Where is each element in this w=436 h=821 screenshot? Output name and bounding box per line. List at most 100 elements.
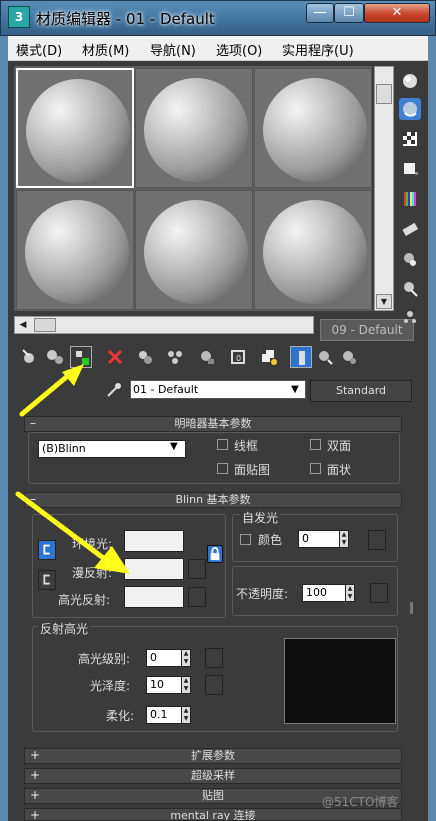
opacity-map-button[interactable] — [370, 583, 388, 603]
spinner-arrows-icon[interactable]: ▲ ▼ — [339, 530, 349, 548]
rollout-title: 贴图 — [202, 789, 224, 802]
sample-slot-5[interactable] — [135, 190, 253, 310]
spinner-arrows-icon[interactable]: ▲ ▼ — [345, 584, 355, 602]
make-preview-icon[interactable] — [399, 218, 421, 240]
specular-color-swatch[interactable] — [124, 586, 184, 608]
material-id-channel-icon[interactable]: 0 — [228, 346, 250, 368]
rollout-expand-sign: + — [30, 768, 41, 782]
menu-material[interactable]: 材质(M) — [82, 40, 129, 59]
material-type-button[interactable]: Standard — [310, 380, 412, 402]
glossiness-label: 光泽度: — [90, 679, 131, 693]
material-name-field[interactable]: 01 - Default — [130, 380, 306, 399]
go-forward-to-sibling-icon[interactable] — [338, 346, 360, 368]
specular-level-input[interactable]: 0 — [146, 649, 182, 667]
self-illum-color-checkbox[interactable] — [240, 534, 251, 545]
self-illum-map-button[interactable] — [368, 530, 386, 550]
show-end-result-icon[interactable] — [290, 346, 312, 368]
face-map-checkbox[interactable] — [217, 463, 228, 474]
two-sided-checkbox[interactable] — [310, 439, 321, 450]
wire-checkbox[interactable] — [217, 439, 228, 450]
rollout-collapse-sign: – — [30, 492, 36, 506]
put-material-to-scene-icon[interactable] — [44, 346, 66, 368]
diffuse-color-swatch[interactable] — [124, 558, 184, 580]
wire-label: 线框 — [234, 439, 259, 453]
self-illum-color-label: 颜色 — [258, 533, 283, 547]
sample-slot-4[interactable] — [16, 190, 134, 310]
rollout-title: 明暗器基本参数 — [174, 417, 252, 430]
video-color-check-icon[interactable] — [399, 188, 421, 210]
sample-sphere — [144, 78, 248, 182]
menu-options[interactable]: 选项(O) — [216, 40, 262, 59]
diffuse-map-button[interactable] — [188, 559, 206, 579]
sample-slot-2[interactable] — [135, 68, 253, 188]
assign-material-to-selection-icon[interactable] — [70, 346, 92, 368]
lock-diffuse-specular-icon[interactable] — [38, 570, 56, 590]
select-by-material-icon[interactable] — [399, 278, 421, 300]
minimize-button[interactable]: — — [306, 3, 334, 23]
maximize-button[interactable]: ☐ — [334, 3, 364, 23]
sample-slot-6[interactable] — [254, 190, 372, 310]
get-material-icon[interactable] — [20, 346, 42, 368]
scroll-down-arrow-icon[interactable]: ▼ — [376, 294, 392, 309]
sample-slot-1[interactable] — [16, 68, 134, 188]
spinner-arrows-icon[interactable]: ▲ ▼ — [181, 649, 191, 667]
menu-utilities[interactable]: 实用程序(U) — [282, 40, 354, 59]
ambient-color-swatch[interactable] — [124, 530, 184, 552]
lock-ambient-diffuse-icon[interactable] — [38, 540, 56, 560]
slot-horizontal-scroll-thumb[interactable] — [34, 318, 56, 332]
reset-material-icon[interactable] — [104, 346, 126, 368]
shader-rollout-header[interactable]: – 明暗器基本参数 — [24, 416, 402, 432]
specular-level-map-button[interactable] — [205, 648, 223, 668]
pick-material-eyedropper-icon[interactable] — [104, 380, 124, 400]
lock-icon[interactable] — [207, 545, 223, 563]
sample-sphere — [144, 200, 248, 304]
blinn-rollout-header[interactable]: – Blinn 基本参数 — [24, 492, 402, 508]
close-button[interactable]: ✕ — [364, 3, 430, 23]
faceted-checkbox[interactable] — [310, 463, 321, 474]
ambient-label: 环境光: — [72, 537, 113, 551]
material-map-navigator-icon[interactable] — [399, 306, 421, 328]
rollout-expand-sign: + — [30, 788, 41, 802]
chevron-down-icon[interactable]: ▼ — [170, 441, 178, 452]
soften-input[interactable]: 0.1 — [146, 706, 182, 724]
backlight-icon[interactable] — [399, 98, 421, 120]
slot-vertical-scroll-thumb[interactable] — [376, 84, 392, 104]
chevron-down-icon[interactable]: ▼ — [286, 381, 304, 398]
menu-mode[interactable]: 模式(D) — [16, 40, 62, 59]
soften-label: 柔化: — [106, 709, 135, 723]
specular-label: 高光反射: — [58, 593, 111, 607]
app-logo-icon[interactable]: 3 — [8, 6, 30, 28]
specular-map-button[interactable] — [188, 587, 206, 607]
shader-type-dropdown[interactable]: (B)Blinn — [38, 440, 186, 458]
spinner-arrows-icon[interactable]: ▲ ▼ — [181, 676, 191, 694]
sample-type-icon[interactable] — [399, 70, 421, 92]
self-illum-value-input[interactable]: 0 — [298, 530, 340, 548]
opacity-label: 不透明度: — [236, 587, 289, 601]
make-unique-icon[interactable] — [164, 346, 186, 368]
scroll-left-arrow-icon[interactable]: ◀ — [15, 317, 31, 333]
spinner-arrows-icon[interactable]: ▲ ▼ — [181, 706, 191, 724]
menu-navigation[interactable]: 导航(N) — [150, 40, 196, 59]
sample-slot-3[interactable] — [254, 68, 372, 188]
slot-horizontal-scrollbar[interactable] — [14, 316, 314, 334]
glossiness-input[interactable]: 10 — [146, 676, 182, 694]
make-material-copy-icon[interactable] — [134, 346, 156, 368]
rollout-title: 扩展参数 — [191, 749, 235, 762]
glossiness-map-button[interactable] — [205, 675, 223, 695]
sample-uv-tiling-icon[interactable] — [399, 158, 421, 180]
rollout-title: mental ray 连接 — [170, 809, 256, 821]
sample-sphere — [25, 200, 129, 304]
opacity-input[interactable]: 100 — [302, 584, 346, 602]
panel-scrollbar[interactable] — [402, 412, 414, 812]
supersampling-rollout[interactable]: + 超级采样 — [24, 768, 402, 784]
options-icon[interactable] — [399, 248, 421, 270]
go-to-parent-icon[interactable] — [314, 346, 336, 368]
window-frame-left — [0, 36, 8, 821]
put-to-library-icon[interactable] — [196, 346, 218, 368]
material-toolbar: 0 — [14, 346, 394, 372]
background-checker-icon[interactable] — [399, 128, 421, 150]
sample-sphere — [263, 200, 367, 304]
show-map-in-viewport-icon[interactable] — [258, 346, 280, 368]
self-illumination-label: 自发光 — [240, 509, 281, 526]
extended-params-rollout[interactable]: + 扩展参数 — [24, 748, 402, 764]
